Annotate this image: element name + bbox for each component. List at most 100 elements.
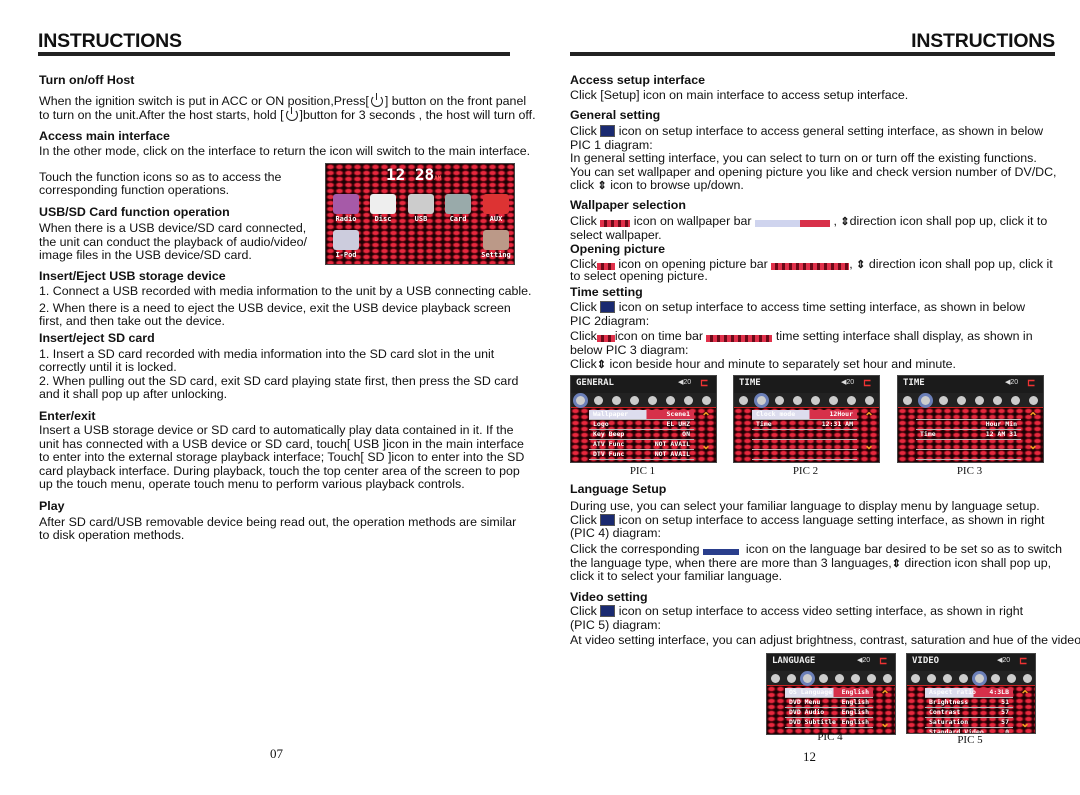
- paragraph-line: Insert a USB storage device or SD card t…: [39, 423, 514, 437]
- settings-tab-icon: [666, 395, 676, 405]
- settings-tab-icon: [1022, 673, 1032, 683]
- text: ]button for 3 seconds , the host will tu…: [299, 108, 536, 122]
- settings-tab-icon: [829, 395, 839, 405]
- menu-item-icon: [408, 194, 434, 214]
- time-bar-icon: [706, 335, 773, 342]
- scroll-up-icon: ⌃: [1027, 410, 1038, 424]
- main-menu-item: Radio: [329, 194, 363, 223]
- scroll-down-icon: ⌄: [1019, 716, 1030, 730]
- setting-row: [752, 450, 857, 460]
- power-icon: [370, 93, 383, 107]
- setting-row: [752, 430, 857, 440]
- scroll-down-icon: ⌄: [1027, 438, 1038, 452]
- text: ] button on the front panel: [384, 94, 527, 108]
- settings-tab-icon: [802, 673, 812, 683]
- paragraph-line: first, and then take out the device.: [39, 314, 225, 328]
- menu-item-icon: [333, 194, 359, 214]
- clock: 12 28AM: [386, 165, 442, 184]
- volume-icon: ◀20: [857, 657, 871, 664]
- clock-icon: [600, 301, 616, 313]
- settings-tab-icon: [1011, 395, 1021, 405]
- settings-tab-icon: [956, 395, 966, 405]
- menu-item-icon: [370, 194, 396, 214]
- back-icon: ⊏: [1019, 656, 1028, 667]
- paragraph-line: When the ignition switch is put in ACC o…: [39, 93, 527, 109]
- settings-tab-icon: [993, 395, 1003, 405]
- section-title: Access setup interface: [570, 73, 705, 87]
- back-icon: ⊏: [879, 656, 888, 667]
- paragraph-line: (PIC 4) diagram:: [570, 526, 661, 540]
- section-title: Language Setup: [570, 482, 667, 496]
- paragraph-line: corresponding function operations.: [39, 183, 230, 197]
- setting-row: DTV Func NOT AVAIL: [589, 450, 694, 460]
- settings-tab-icon: [756, 395, 766, 405]
- main-interface-screenshot: 12 28AM Radio Disc USB Card AUX I-Pod Setting: [325, 163, 515, 265]
- settings-tab-bar: [767, 671, 895, 686]
- settings-tab-icon: [702, 395, 712, 405]
- paragraph-line: Click icon on time bar time setting inter…: [570, 329, 1033, 343]
- scroll-up-icon: ⌃: [879, 688, 890, 702]
- paragraph-line: 1. Connect a USB recorded with media inf…: [39, 284, 532, 298]
- main-menu-item: USB: [404, 194, 438, 223]
- paragraph-line: Click [Setup] icon on main interface to …: [570, 88, 909, 102]
- text: When the ignition switch is put in ACC o…: [39, 94, 369, 108]
- paragraph-line: below PIC 3 diagram:: [570, 343, 689, 357]
- manual-page: INSTRUCTIONS INSTRUCTIONS Turn on/off Ho…: [0, 0, 1080, 795]
- scroll-down-icon: ⌄: [700, 438, 711, 452]
- screen-title: GENERAL: [576, 378, 614, 388]
- paragraph-line: When there is a USB device/SD card conne…: [39, 221, 307, 235]
- paragraph-line: (PIC 5) diagram:: [570, 618, 661, 632]
- settings-tab-icon: [974, 673, 984, 683]
- setting-row: Clock mode 12Hour: [752, 410, 857, 420]
- figure-caption: PIC 5: [957, 734, 983, 746]
- section-title: Access main interface: [39, 129, 170, 143]
- back-icon: ⊏: [863, 378, 872, 389]
- section-title: Time setting: [570, 285, 643, 299]
- page-number: 07: [270, 746, 283, 761]
- language-setting-screenshot: LANGUAGE ◀20 ⊏ OS Language English DVD Menu…: [766, 653, 896, 735]
- settings-tab-bar: [734, 393, 879, 408]
- screen-title: TIME: [739, 378, 761, 388]
- section-title: Insert/Eject USB storage device: [39, 269, 226, 283]
- paragraph-line: and it shall pop up after unlocking.: [39, 387, 228, 401]
- scroll-down-icon: ⌄: [879, 716, 890, 730]
- main-menu-item: Setting: [479, 230, 513, 259]
- time-setting-screenshot: TIME ◀20 ⊏ Clock mode 12Hour Time 12:31 AM ⌃ ⌄: [733, 375, 880, 463]
- main-menu-item: Disc: [366, 194, 400, 223]
- setting-row: [916, 450, 1021, 460]
- paragraph-line: At video setting interface, you can adju…: [570, 633, 1080, 647]
- scroll-up-icon: ⌃: [1019, 688, 1030, 702]
- settings-tab-icon: [792, 395, 802, 405]
- setting-row: Brightness 51: [925, 698, 1013, 708]
- right-page-title: INSTRUCTIONS: [911, 30, 1055, 52]
- settings-tab-icon: [818, 673, 828, 683]
- settings-tab-icon: [942, 673, 952, 683]
- paragraph-line: Click the corresponding icon on the lang…: [570, 542, 1062, 556]
- paragraph-line: click it to select your familiar languag…: [570, 569, 783, 583]
- paragraph-line: During use, you can select your familiar…: [570, 499, 1040, 513]
- setting-row: Key Beep ON: [589, 430, 694, 440]
- scroll-down-icon: ⌄: [863, 438, 874, 452]
- figure-caption: PIC 4: [817, 731, 843, 743]
- settings-tab-icon: [648, 395, 658, 405]
- left-page-title: INSTRUCTIONS: [38, 30, 182, 52]
- settings-tab-icon: [920, 395, 930, 405]
- text: to turn on the unit.After the host start…: [39, 108, 284, 122]
- section-title: Opening picture: [570, 242, 665, 256]
- page-number: 12: [803, 749, 816, 764]
- scene-button-icon: [600, 220, 631, 227]
- settings-tab-icon: [834, 673, 844, 683]
- back-icon: ⊏: [700, 378, 709, 389]
- paragraph-line: to disk operation methods.: [39, 528, 185, 542]
- setting-row: Time 12:31 AM: [752, 420, 857, 430]
- settings-tab-icon: [1029, 395, 1039, 405]
- setting-row: Logo EL UHZ: [589, 420, 694, 430]
- settings-tab-icon: [958, 673, 968, 683]
- screen-title: LANGUAGE: [772, 656, 816, 666]
- paragraph-line: image files in the USB device/SD card.: [39, 248, 252, 262]
- settings-tab-icon: [847, 395, 857, 405]
- paragraph-line: correctly until it is locked.: [39, 360, 177, 374]
- paragraph-line: up the touch menu, operate touch menu to…: [39, 477, 465, 491]
- settings-tab-icon: [770, 673, 780, 683]
- setting-row: Contrast 57: [925, 708, 1013, 718]
